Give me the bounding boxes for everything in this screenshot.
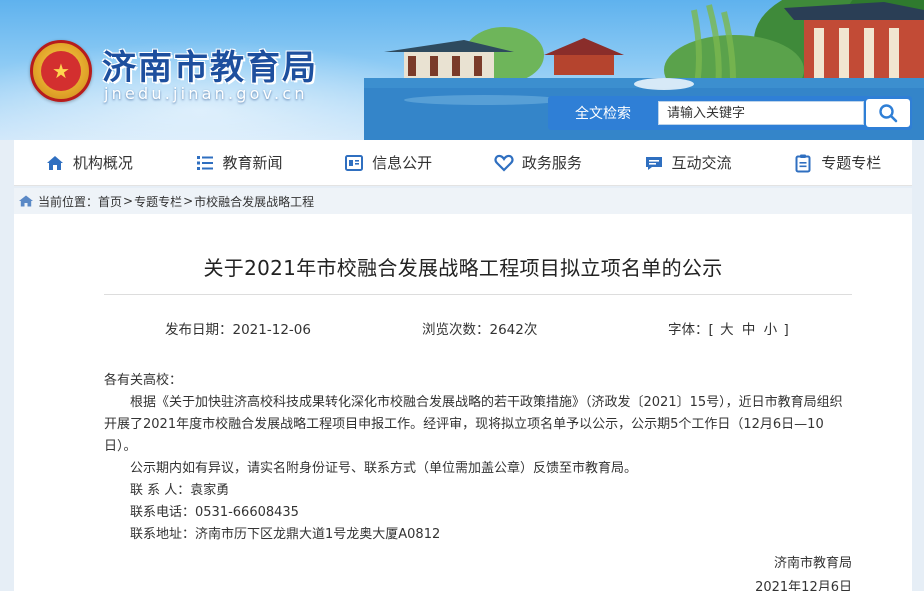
site-header: ★ 济南市教育局 jnedu.jinan.gov.cn 全文检索 (0, 0, 924, 140)
clipboard-icon (795, 154, 811, 172)
title-divider (104, 294, 852, 295)
site-domain: jnedu.jinan.gov.cn (104, 84, 308, 103)
contact-address: 联系地址：济南市历下区龙鼎大道1号龙奥大厦A0812 (130, 527, 441, 542)
search-icon (879, 104, 898, 123)
breadcrumb-label: 当前位置： (38, 194, 99, 209)
site-title[interactable]: 济南市教育局 (102, 40, 318, 89)
emblem-star-icon: ★ (41, 51, 81, 91)
main-nav: 机构概况 教育新闻 信息公开 政务服务 互动交流 专题专栏 (14, 140, 912, 186)
breadcrumb-separator: > (123, 194, 134, 208)
contact-person: 联 系 人：袁家勇 (130, 483, 230, 498)
nav-item-interaction[interactable]: 互动交流 (613, 140, 763, 186)
nav-item-label: 专题专栏 (821, 154, 882, 172)
breadcrumb: 当前位置： 首页 > 专题专栏 > 市校融合发展战略工程 (14, 188, 912, 214)
nav-item-org-overview[interactable]: 机构概况 (14, 140, 164, 186)
nav-item-gov-services[interactable]: 政务服务 (463, 140, 613, 186)
search-label: 全文检索 (575, 106, 631, 122)
breadcrumb-separator: > (183, 194, 194, 208)
nav-item-education-news[interactable]: 教育新闻 (164, 140, 314, 186)
signature-date: 2021年12月6日 (755, 580, 852, 591)
nav-item-label: 教育新闻 (222, 154, 283, 172)
chat-icon (645, 156, 662, 170)
breadcrumb-item-current[interactable]: 市校融合发展战略工程 (194, 193, 314, 210)
article-container: 关于2021年市校融合发展战略工程项目拟立项名单的公示 发布日期：2021-12… (14, 214, 912, 591)
nav-item-label: 信息公开 (372, 154, 433, 172)
nav-item-label: 机构概况 (72, 154, 133, 172)
font-size-label: 字体：[ (668, 322, 714, 338)
font-size-small-button[interactable]: 小 (764, 322, 778, 338)
body-paragraph: 公示期内如有异议，请实名附身份证号、联系方式（单位需加盖公章）反馈至市教育局。 (130, 461, 638, 476)
nav-item-special-topics[interactable]: 专题专栏 (762, 140, 912, 186)
body-paragraph: 根据《关于加快驻济高校科技成果转化深化市校融合发展战略的若干政策措施》（济政发〔… (104, 395, 843, 454)
nav-item-info-disclosure[interactable]: 信息公开 (313, 140, 463, 186)
search-bar: 全文检索 (548, 96, 912, 130)
signature-org: 济南市教育局 (773, 556, 852, 571)
nav-item-label: 互动交流 (671, 154, 732, 172)
search-button[interactable] (866, 99, 910, 127)
contact-phone: 联系电话：0531-66608435 (130, 505, 299, 520)
greeting: 各有关高校： (104, 373, 183, 388)
font-size-medium-button[interactable]: 中 (742, 322, 756, 338)
article-body: 各有关高校： 根据《关于加快驻济高校科技成果转化深化市校融合发展战略的若干政策措… (104, 370, 854, 546)
font-size-control: 字体：[ 大 中 小 ] (668, 318, 789, 338)
heart-icon (494, 154, 514, 172)
document-icon (345, 154, 364, 171)
view-count: 浏览次数：2642次 (422, 322, 538, 338)
search-input[interactable] (658, 101, 864, 125)
national-emblem-logo: ★ (30, 40, 92, 102)
breadcrumb-item-special-topics[interactable]: 专题专栏 (134, 193, 182, 210)
location-home-icon (19, 195, 33, 207)
font-size-large-button[interactable]: 大 (720, 322, 734, 338)
nav-item-label: 政务服务 (521, 154, 582, 172)
list-icon (196, 155, 213, 170)
home-icon (46, 155, 63, 170)
breadcrumb-item-home[interactable]: 首页 (98, 193, 122, 210)
publish-date: 发布日期：2021-12-06 (165, 322, 311, 338)
font-size-bracket: ] (783, 322, 789, 338)
article-title: 关于2021年市校融合发展战略工程项目拟立项名单的公示 (203, 256, 723, 280)
